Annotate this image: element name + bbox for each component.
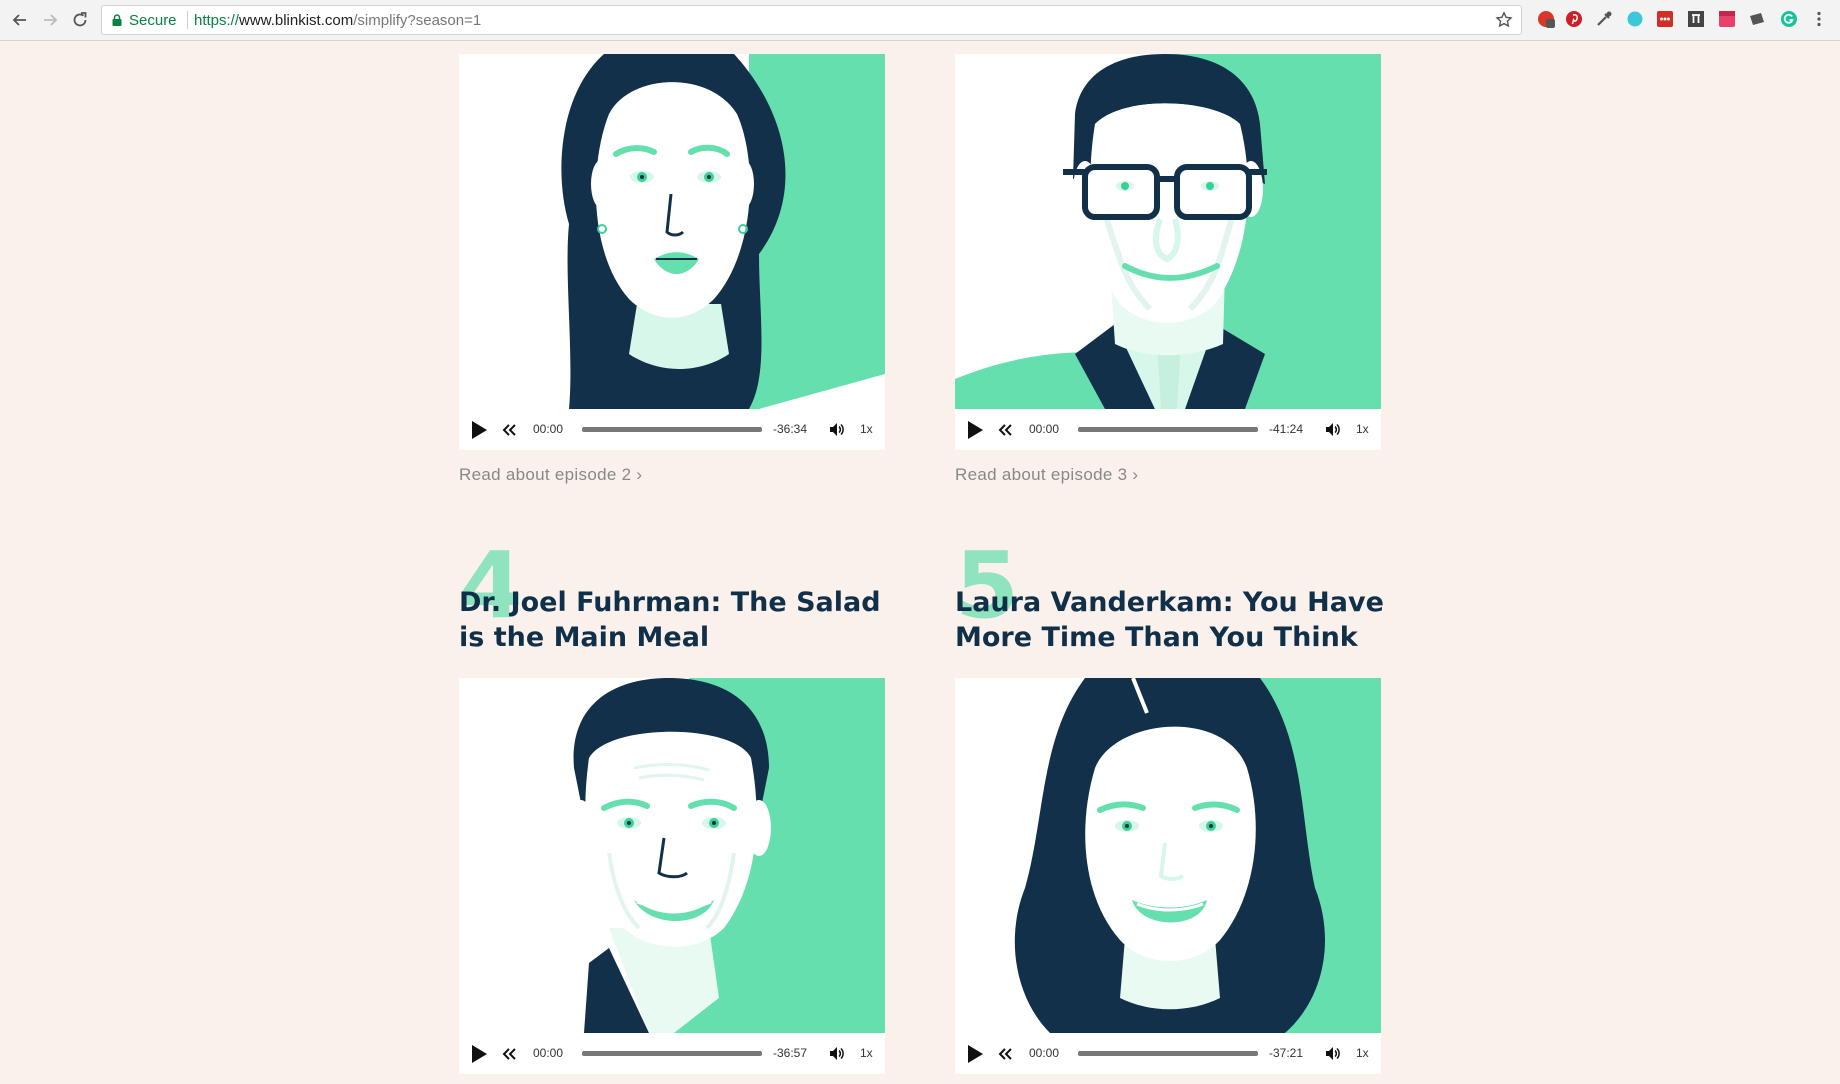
forward-button[interactable]: [38, 8, 62, 32]
browser-menu-icon[interactable]: [1810, 10, 1828, 28]
read-about-episode-link[interactable]: Read about episode 3 ›: [955, 465, 1138, 485]
woman-portrait-illustration: [459, 54, 885, 409]
current-time: 00:00: [533, 422, 564, 436]
volume-icon[interactable]: [829, 422, 845, 437]
remaining-time: -36:57: [773, 1046, 808, 1060]
extension-instapaper-icon[interactable]: [1687, 10, 1705, 28]
playback-speed[interactable]: 1x: [1356, 422, 1369, 436]
bookmark-star-icon[interactable]: [1495, 11, 1513, 29]
lock-icon: [112, 14, 122, 26]
rewind-icon[interactable]: [501, 423, 517, 437]
extension-grammarly-icon[interactable]: [1780, 10, 1798, 28]
rewind-icon[interactable]: [997, 423, 1013, 437]
reload-button[interactable]: [68, 8, 92, 32]
episode-portrait: [955, 678, 1381, 1033]
divider: [187, 11, 188, 29]
extension-ticket-icon[interactable]: [1748, 10, 1766, 28]
progress-bar[interactable]: [1078, 1051, 1258, 1056]
volume-icon[interactable]: [1325, 1046, 1341, 1061]
url-scheme: https://: [194, 12, 240, 29]
current-time: 00:00: [1029, 1046, 1060, 1060]
extension-adblock-icon[interactable]: [1537, 10, 1555, 28]
volume-icon[interactable]: [1325, 422, 1341, 437]
url-host: www.blinkist.com: [239, 12, 354, 29]
url-text[interactable]: https://www.blinkist.com/simplify?season…: [194, 12, 481, 29]
current-time: 00:00: [533, 1046, 564, 1060]
extension-eyedropper-icon[interactable]: [1595, 10, 1613, 28]
play-icon[interactable]: [469, 420, 489, 440]
extension-todo-icon[interactable]: [1718, 10, 1736, 28]
play-icon[interactable]: [965, 420, 985, 440]
back-button[interactable]: [8, 8, 32, 32]
episode-title[interactable]: Laura Vanderkam: You Have More Time Than…: [955, 585, 1395, 655]
rewind-icon[interactable]: [997, 1047, 1013, 1061]
episode-portrait: [459, 54, 885, 409]
smiling-man-portrait-illustration: [459, 678, 885, 1033]
url-path: /simplify?season=1: [353, 12, 482, 29]
volume-icon[interactable]: [829, 1046, 845, 1061]
smiling-woman-portrait-illustration: [955, 678, 1381, 1033]
remaining-time: -41:24: [1269, 422, 1304, 436]
playback-speed[interactable]: 1x: [860, 422, 873, 436]
playback-speed[interactable]: 1x: [860, 1046, 873, 1060]
extension-circle-icon[interactable]: [1626, 10, 1644, 28]
episode-portrait: [459, 678, 885, 1033]
browser-toolbar: Secure https://www.blinkist.com/simplify…: [0, 0, 1840, 41]
audio-player: 00:00 -41:24 1x: [955, 409, 1381, 450]
play-icon[interactable]: [469, 1044, 489, 1064]
audio-player: 00:00 -36:34 1x: [459, 409, 885, 450]
arrow-left-icon: [12, 14, 26, 26]
episode-title[interactable]: Dr. Joel Fuhrman: The Salad is the Main …: [459, 585, 899, 655]
address-bar[interactable]: Secure https://www.blinkist.com/simplify…: [101, 5, 1522, 35]
reload-icon: [73, 12, 87, 27]
play-icon[interactable]: [965, 1044, 985, 1064]
remaining-time: -37:21: [1269, 1046, 1304, 1060]
progress-bar[interactable]: [582, 427, 762, 432]
rewind-icon[interactable]: [501, 1047, 517, 1061]
secure-label: Secure: [129, 12, 177, 29]
episode-portrait: [955, 54, 1381, 409]
arrow-right-icon: [44, 14, 58, 26]
audio-player: 00:00 -36:57 1x: [459, 1033, 885, 1074]
audio-player: 00:00 -37:21 1x: [955, 1033, 1381, 1074]
extension-pinterest-icon[interactable]: [1565, 10, 1583, 28]
playback-speed[interactable]: 1x: [1356, 1046, 1369, 1060]
progress-bar[interactable]: [582, 1051, 762, 1056]
man-with-glasses-portrait-illustration: [955, 54, 1381, 409]
current-time: 00:00: [1029, 422, 1060, 436]
read-about-episode-link[interactable]: Read about episode 2 ›: [459, 465, 642, 485]
progress-bar[interactable]: [1078, 427, 1258, 432]
extension-lastpass-icon[interactable]: [1656, 10, 1674, 28]
remaining-time: -36:34: [773, 422, 808, 436]
